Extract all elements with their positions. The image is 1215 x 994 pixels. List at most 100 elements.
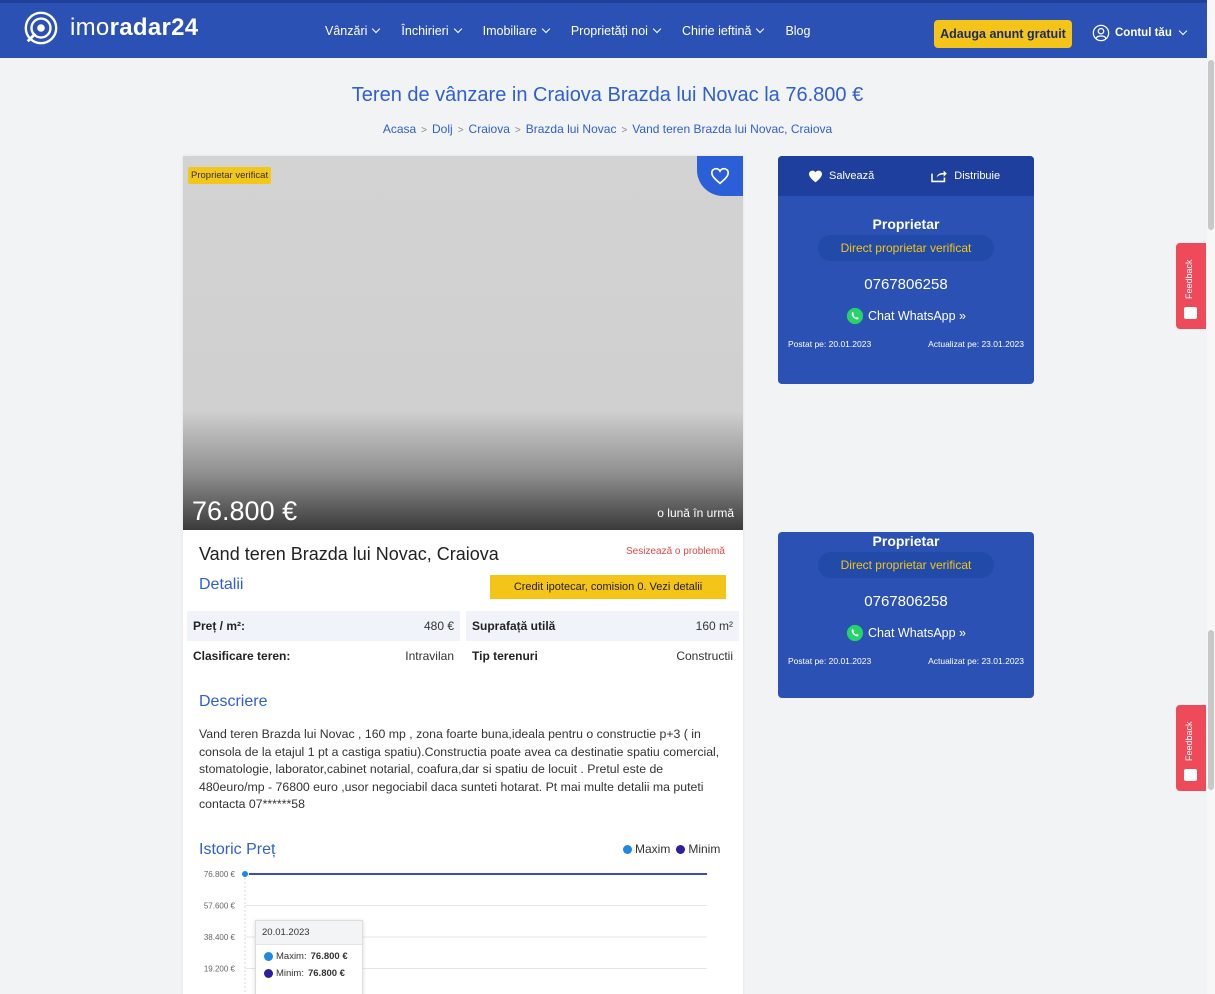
scrollbar-thumb[interactable] — [1208, 60, 1214, 230]
price-overlay: 76.800 € — [192, 496, 298, 526]
whatsapp-label: Chat WhatsApp » — [868, 626, 966, 640]
breadcrumb-item[interactable]: Dolj — [432, 122, 453, 136]
legend-dot-icon — [676, 845, 686, 854]
breadcrumb-item[interactable]: Craiova — [469, 122, 510, 136]
verified-owner-pill: Direct proprietar verificat — [818, 235, 994, 261]
owner-label: Proprietar — [872, 216, 940, 232]
spec-value: Intravilan — [405, 649, 454, 663]
breadcrumb-item[interactable]: Acasa — [383, 122, 416, 136]
mortgage-credit-button[interactable]: Credit ipotecar, comision 0. Vezi detali… — [490, 575, 726, 599]
chevron-down-icon — [1178, 26, 1188, 36]
whatsapp-icon — [846, 307, 864, 325]
whatsapp-icon — [846, 624, 864, 642]
legend-label: Maxim — [635, 842, 671, 856]
feedback-tab[interactable]: Feedback — [1176, 243, 1206, 329]
radar-logo-icon — [24, 11, 58, 45]
listing-photo[interactable]: Proprietar verificat 76.800 € o lună în … — [183, 156, 743, 530]
phone-number[interactable]: 0767806258 — [778, 593, 1034, 610]
details-heading: Detalii — [199, 576, 244, 593]
listing-card: Proprietar verificat 76.800 € o lună în … — [183, 156, 743, 994]
share-label: Distribuie — [954, 170, 1001, 182]
posted-ago: o lună în urmă — [657, 506, 734, 520]
feedback-tab[interactable]: Feedback — [1176, 705, 1206, 791]
spec-value: 160 m² — [695, 619, 733, 633]
account-menu[interactable]: Contul tău — [1092, 24, 1188, 42]
nav-vanzari[interactable]: Vânzări — [325, 24, 381, 38]
chevron-down-icon — [541, 24, 551, 34]
save-label: Salvează — [829, 170, 875, 182]
scrollbar-thumb[interactable] — [1208, 630, 1214, 790]
nav-imobiliare[interactable]: Imobiliare — [483, 24, 551, 38]
spec-cell: Preț / m²: 480 € — [187, 611, 460, 641]
updated-date: Actualizat pe: 23.01.2023 — [928, 339, 1024, 349]
spec-value: Constructii — [676, 649, 733, 663]
legend-dot-icon — [623, 845, 632, 854]
verified-owner-pill: Direct proprietar verificat — [818, 552, 994, 578]
spec-key: Suprafață utilă — [472, 619, 556, 633]
phone-number[interactable]: 0767806258 — [778, 276, 1034, 293]
verified-owner-badge: Proprietar verificat — [188, 167, 272, 184]
legend-item-maxim[interactable]: Maxim — [623, 842, 670, 856]
listing-dates: Postat pe: 20.01.2023 Actualizat pe: 23.… — [778, 656, 1034, 666]
updated-date: Actualizat pe: 23.01.2023 — [928, 656, 1024, 666]
add-listing-button[interactable]: Adauga anunt gratuit — [934, 20, 1072, 48]
share-icon — [931, 170, 948, 183]
description-text: Vand teren Brazda lui Novac , 160 mp , z… — [199, 727, 720, 811]
description-heading: Descriere — [199, 693, 268, 710]
tooltip-row-min: Minim: 76.800 € — [256, 962, 362, 979]
breadcrumb-item[interactable]: Brazda lui Novac — [526, 122, 617, 136]
feedback-label: Feedback — [1184, 721, 1194, 761]
tooltip-label: Maxim: — [276, 951, 307, 962]
breadcrumb: Acasa > Dolj > Craiova > Brazda lui Novac > Vand… — [0, 122, 1215, 136]
report-problem-link[interactable]: Sesizează o problemă — [626, 546, 725, 557]
heart-icon — [710, 167, 730, 185]
chevron-down-icon — [652, 24, 662, 34]
spec-key: Clasificare teren: — [193, 649, 291, 663]
chevron-down-icon — [372, 24, 381, 34]
tooltip-date: 20.01.2023 — [256, 921, 362, 945]
posted-date: Postat pe: 20.01.2023 — [788, 339, 872, 349]
nav-proprietati-noi[interactable]: Proprietăți noi — [571, 24, 662, 38]
nav-chirie-ieftina[interactable]: Chirie ieftină — [682, 24, 765, 38]
owner-label: Proprietar — [872, 533, 940, 549]
user-icon — [1092, 24, 1110, 42]
posted-date: Postat pe: 20.01.2023 — [788, 656, 872, 666]
chart-legend: Maxim Minim — [623, 842, 720, 856]
whatsapp-label: Chat WhatsApp » — [868, 309, 966, 323]
breadcrumb-item[interactable]: Vand teren Brazda lui Novac, Craiova — [632, 122, 832, 136]
share-button[interactable]: Distribuie — [930, 169, 1000, 183]
owner-contact-card: Salvează Distribuie Proprietar Direct pr… — [778, 156, 1034, 384]
spec-key: Preț / m²: — [193, 619, 246, 633]
tooltip-value: 76.800 € — [307, 968, 345, 979]
spec-cell: Tip terenuri Constructii — [466, 641, 739, 671]
spec-key: Tip terenuri — [472, 649, 538, 663]
y-tick-label: 76.800 € — [204, 870, 236, 879]
listing-title: Vand teren Brazda lui Novac, Craiova — [199, 544, 499, 564]
feedback-icon — [1184, 769, 1197, 781]
whatsapp-chat-link[interactable]: Chat WhatsApp » — [778, 307, 1034, 325]
spec-cell: Clasificare teren: Intravilan — [187, 641, 460, 671]
breadcrumb-separator-icon: > — [514, 125, 521, 136]
nav-blog[interactable]: Blog — [785, 24, 810, 38]
spec-cell: Suprafață utilă 160 m² — [466, 611, 739, 641]
logo[interactable]: imoradar24 — [22, 9, 198, 47]
tooltip-row-max: Maxim: 76.800 € — [256, 945, 362, 962]
chevron-down-icon — [453, 24, 462, 34]
price-history-heading: Istoric Preț — [199, 841, 276, 858]
breadcrumb-separator-icon: > — [457, 125, 464, 136]
tooltip-label: Minim: — [276, 968, 304, 979]
table-row: Preț / m²: 480 € Suprafață utilă 160 m² — [187, 611, 739, 641]
nav-inchirieri[interactable]: Închirieri — [401, 24, 462, 38]
legend-label: Minim — [688, 842, 721, 856]
favorite-button[interactable] — [697, 156, 743, 196]
legend-dot-icon — [264, 952, 273, 961]
main-nav: Vânzări Închirieri Imobiliare Proprietăț… — [325, 24, 810, 38]
y-tick-label: 38.400 € — [204, 933, 236, 942]
legend-item-minim[interactable]: Minim — [676, 842, 720, 856]
breadcrumb-separator-icon: > — [621, 125, 628, 136]
whatsapp-chat-link[interactable]: Chat WhatsApp » — [778, 624, 1034, 642]
tooltip-value: 76.800 € — [310, 951, 348, 962]
page-title: Teren de vânzare in Craiova Brazda lui N… — [351, 84, 864, 106]
y-tick-label: 57.600 € — [204, 902, 236, 911]
save-button[interactable]: Salvează — [808, 170, 874, 183]
